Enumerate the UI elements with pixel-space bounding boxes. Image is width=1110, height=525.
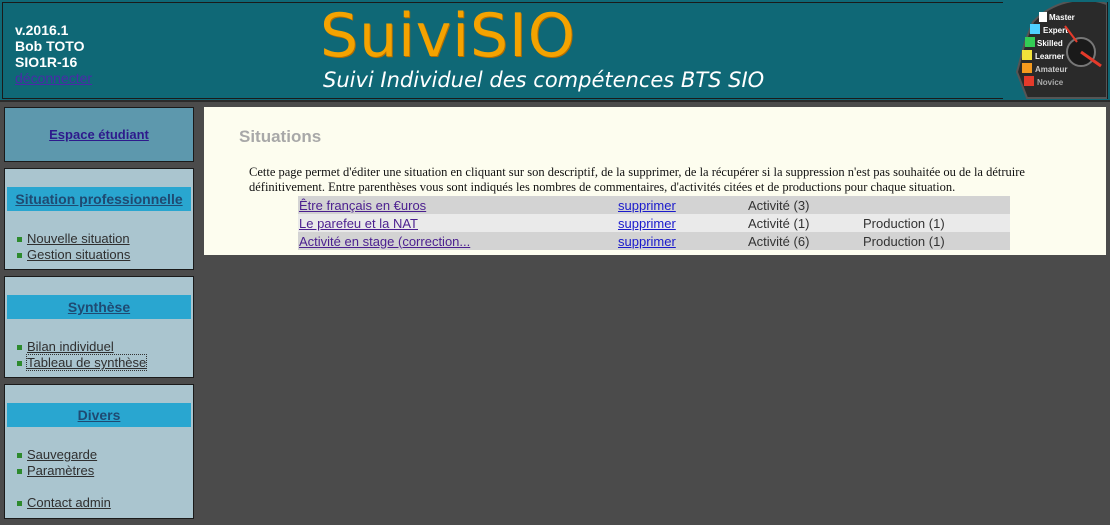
table-row: Être français en €uros supprimer Activit… xyxy=(298,196,1010,214)
delete-cell: supprimer xyxy=(617,196,747,214)
class-code: SIO1R-16 xyxy=(15,54,78,70)
menu-item-bilan-individuel: Bilan individuel xyxy=(5,339,193,355)
gauge-label-learner: Learner xyxy=(1035,52,1064,61)
situation-title-link[interactable]: Le parefeu et la NAT xyxy=(299,216,418,231)
gauge-bar-learner xyxy=(1022,50,1032,60)
user-info: v.2016.1 Bob TOTO SIO1R-16 déconnecter xyxy=(15,22,92,86)
sauvegarde-link[interactable]: Sauvegarde xyxy=(27,447,97,462)
gauge-bar-master xyxy=(1039,12,1047,22)
menu-item-gestion-situations: Gestion situations xyxy=(5,247,193,263)
activities-count: Activité (1) xyxy=(747,214,862,232)
divers-link[interactable]: Divers xyxy=(78,407,121,423)
section-title: Divers xyxy=(7,403,191,427)
app-logo-title: SuiviSIO xyxy=(320,1,576,71)
skill-gauge-icon: Master Expert Skilled Learner Amateur No… xyxy=(1003,2,1107,100)
student-space-link[interactable]: Espace étudiant xyxy=(49,127,149,142)
gauge-bar-expert xyxy=(1030,24,1040,34)
section-divers: Divers Sauvegarde Paramètres Contact adm… xyxy=(4,384,194,519)
gauge-bar-amateur xyxy=(1022,63,1032,73)
student-space-box: Espace étudiant xyxy=(4,107,194,162)
table-row: Activité en stage (correction... supprim… xyxy=(298,232,1010,250)
page-header: v.2016.1 Bob TOTO SIO1R-16 déconnecter S… xyxy=(0,0,1110,102)
delete-link[interactable]: supprimer xyxy=(618,234,676,249)
menu-item-sauvegarde: Sauvegarde xyxy=(5,447,193,463)
activities-count: Activité (6) xyxy=(747,232,862,250)
app-tagline: Suivi Individuel des compétences BTS SIO xyxy=(323,68,765,92)
productions-count: Production (1) xyxy=(862,214,1010,232)
sidebar: Espace étudiant Situation professionnell… xyxy=(4,107,194,525)
section-synthese: Synthèse Bilan individuel Tableau de syn… xyxy=(4,276,194,378)
situation-title-link[interactable]: Activité en stage (correction... xyxy=(299,234,470,249)
situation-title-link[interactable]: Être français en €uros xyxy=(299,198,426,213)
productions-count xyxy=(862,196,1010,214)
delete-cell: supprimer xyxy=(617,214,747,232)
delete-link[interactable]: supprimer xyxy=(618,198,676,213)
app-version: v.2016.1 xyxy=(15,22,69,38)
parametres-link[interactable]: Paramètres xyxy=(27,463,94,478)
activities-count: Activité (3) xyxy=(747,196,862,214)
section-situation-professionnelle: Situation professionnelle Nouvelle situa… xyxy=(4,168,194,270)
section-title: Synthèse xyxy=(7,295,191,319)
tableau-synthese-link[interactable]: Tableau de synthèse xyxy=(25,354,148,371)
menu-item-nouvelle-situation: Nouvelle situation xyxy=(5,231,193,247)
menu-list: Sauvegarde Paramètres Contact admin xyxy=(5,447,193,511)
intro-text: Cette page permet d'éditer une situation… xyxy=(249,165,1025,194)
menu-list: Bilan individuel Tableau de synthèse xyxy=(5,339,193,371)
gauge-label-novice: Novice xyxy=(1037,78,1064,87)
delete-link[interactable]: supprimer xyxy=(618,216,676,231)
situation-title-cell: Être français en €uros xyxy=(298,196,617,214)
productions-count: Production (1) xyxy=(862,232,1010,250)
page-title: Situations xyxy=(239,127,322,146)
situations-table: Être français en €uros supprimer Activit… xyxy=(298,196,1010,250)
menu-list: Nouvelle situation Gestion situations xyxy=(5,231,193,263)
situation-professionnelle-link[interactable]: Situation professionnelle xyxy=(15,191,182,207)
situation-title-cell: Le parefeu et la NAT xyxy=(298,214,617,232)
gauge-label-expert: Expert xyxy=(1043,26,1068,35)
main-content: Situations Cette page permet d'éditer un… xyxy=(204,107,1106,255)
table-row: Le parefeu et la NAT supprimer Activité … xyxy=(298,214,1010,232)
logout-link[interactable]: déconnecter xyxy=(15,70,92,86)
section-title: Situation professionnelle xyxy=(7,187,191,211)
situation-title-cell: Activité en stage (correction... xyxy=(298,232,617,250)
gauge-bar-skilled xyxy=(1025,37,1035,47)
bilan-individuel-link[interactable]: Bilan individuel xyxy=(27,339,114,354)
gauge-bar-novice xyxy=(1024,76,1034,86)
menu-item-contact-admin: Contact admin xyxy=(5,495,193,511)
gauge-label-skilled: Skilled xyxy=(1037,39,1063,48)
nouvelle-situation-link[interactable]: Nouvelle situation xyxy=(27,231,130,246)
delete-cell: supprimer xyxy=(617,232,747,250)
menu-item-tableau-synthese: Tableau de synthèse xyxy=(5,354,193,371)
menu-item-parametres: Paramètres xyxy=(5,463,193,479)
gauge-label-amateur: Amateur xyxy=(1035,65,1067,74)
synthese-link[interactable]: Synthèse xyxy=(68,299,130,315)
gestion-situations-link[interactable]: Gestion situations xyxy=(27,247,130,262)
contact-admin-link[interactable]: Contact admin xyxy=(27,495,111,510)
user-name: Bob TOTO xyxy=(15,38,85,54)
gauge-label-master: Master xyxy=(1049,13,1075,22)
